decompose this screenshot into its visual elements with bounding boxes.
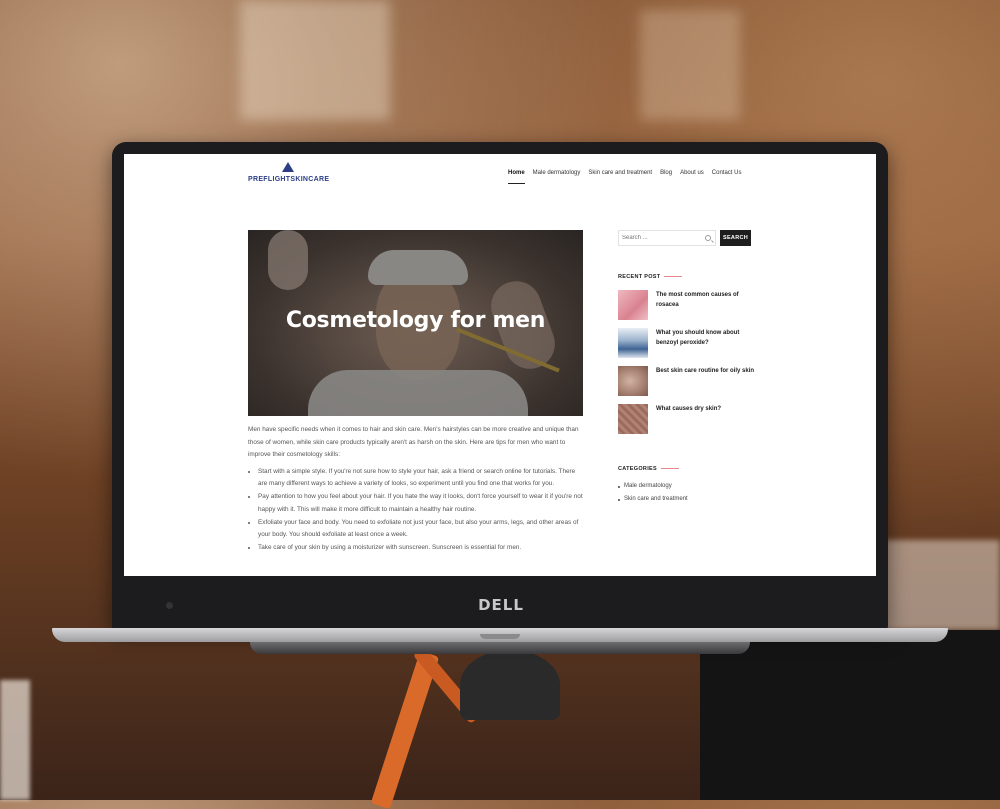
desk-lamp-head bbox=[460, 650, 560, 720]
nav-blog[interactable]: Blog bbox=[660, 170, 672, 176]
recent-post-title[interactable]: Best skin care routine for oily skin bbox=[656, 367, 756, 377]
nav-male-dermatology[interactable]: Male dermatology bbox=[533, 170, 581, 176]
recent-post-item[interactable]: Best skin care routine for oily skin bbox=[618, 366, 758, 398]
recent-post-item[interactable]: The most common causes of rosacea bbox=[618, 290, 758, 322]
logo-triangle-icon bbox=[282, 162, 294, 172]
hero-title: Cosmetology for men bbox=[285, 308, 546, 333]
post-thumbnail[interactable] bbox=[618, 328, 648, 358]
laptop-foot bbox=[250, 642, 750, 654]
desk-lamp-arm bbox=[370, 650, 440, 809]
main-nav: Home Male dermatology Skin care and trea… bbox=[508, 170, 742, 184]
post-thumbnail[interactable] bbox=[618, 366, 648, 396]
recent-post-heading-label: RECENT POST bbox=[618, 274, 661, 280]
list-item: Take care of your skin by using a moistu… bbox=[258, 542, 583, 555]
nav-home[interactable]: Home bbox=[508, 170, 525, 184]
background-counter bbox=[700, 630, 1000, 800]
category-link[interactable]: Male dermatology bbox=[618, 483, 758, 489]
list-item: Start with a simple style. If you're not… bbox=[258, 466, 583, 491]
laptop-screen: PREFLIGHTSKINCARE Home Male dermatology … bbox=[124, 154, 876, 576]
article-intro: Men have specific needs when it comes to… bbox=[248, 426, 579, 458]
tips-list: Start with a simple style. If you're not… bbox=[248, 466, 583, 555]
categories-heading-label: CATEGORIES bbox=[618, 466, 657, 472]
post-thumbnail[interactable] bbox=[618, 290, 648, 320]
category-link[interactable]: Skin care and treatment bbox=[618, 496, 758, 502]
background-window bbox=[640, 10, 740, 120]
search-icon[interactable] bbox=[705, 235, 711, 241]
nav-about-us[interactable]: About us bbox=[680, 170, 704, 176]
nav-skin-care-and-treatment[interactable]: Skin care and treatment bbox=[588, 170, 652, 176]
laptop-notch bbox=[480, 634, 520, 639]
list-item: Pay attention to how you feel about your… bbox=[258, 491, 583, 516]
background-pillar bbox=[0, 680, 30, 800]
hero-image: Cosmetology for men bbox=[248, 230, 583, 416]
site-logo[interactable]: PREFLIGHTSKINCARE bbox=[248, 162, 330, 183]
recent-post-heading: RECENT POST bbox=[618, 274, 683, 280]
search-button[interactable]: SEARCH bbox=[720, 230, 751, 246]
search-box bbox=[618, 230, 716, 246]
background-shelf bbox=[880, 540, 1000, 630]
categories-list: Male dermatology Skin care and treatment bbox=[618, 483, 758, 509]
list-item: Exfoliate your face and body. You need t… bbox=[258, 517, 583, 542]
recent-post-title[interactable]: The most common causes of rosacea bbox=[656, 291, 756, 310]
recent-post-item[interactable]: What you should know about benzoyl perox… bbox=[618, 328, 758, 360]
heading-underline bbox=[664, 276, 683, 278]
heading-underline bbox=[660, 468, 679, 470]
recent-post-title[interactable]: What causes dry skin? bbox=[656, 405, 756, 415]
post-thumbnail[interactable] bbox=[618, 404, 648, 434]
site-header: PREFLIGHTSKINCARE Home Male dermatology … bbox=[124, 154, 876, 194]
recent-post-item[interactable]: What causes dry skin? bbox=[618, 404, 758, 436]
search-input[interactable] bbox=[622, 235, 702, 241]
background-window bbox=[240, 0, 390, 120]
laptop-brand-logo: DELL bbox=[478, 596, 524, 614]
recent-post-title[interactable]: What you should know about benzoyl perox… bbox=[656, 329, 756, 348]
webcam-icon bbox=[166, 602, 173, 609]
logo-text: PREFLIGHTSKINCARE bbox=[248, 176, 330, 183]
categories-heading: CATEGORIES bbox=[618, 466, 679, 472]
article-body: Men have specific needs when it comes to… bbox=[248, 424, 583, 555]
nav-contact-us[interactable]: Contact Us bbox=[712, 170, 742, 176]
desk-lamp-arm bbox=[412, 646, 482, 724]
